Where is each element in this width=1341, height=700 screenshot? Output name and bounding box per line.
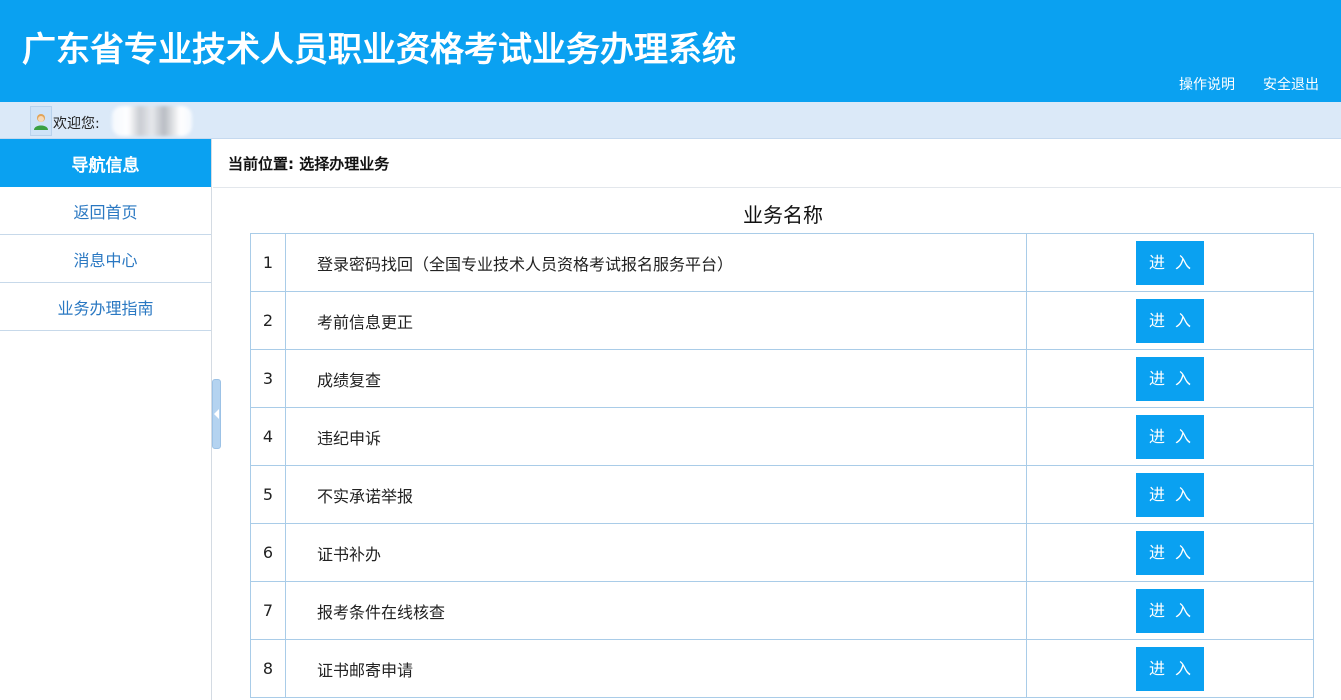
sidebar-item-home[interactable]: 返回首页 <box>0 187 211 235</box>
action-cell: 进入 <box>1026 349 1314 408</box>
main-content: 当前位置: 选择办理业务 业务名称 1 登录密码找回（全国专业技术人员资格考试报… <box>213 139 1341 700</box>
business-name: 报考条件在线核查 <box>285 581 1027 640</box>
row-number: 1 <box>250 233 286 292</box>
row-number: 3 <box>250 349 286 408</box>
header-links: 操作说明 安全退出 <box>1179 74 1319 94</box>
sidebar-title: 导航信息 <box>0 139 211 187</box>
row-number: 2 <box>250 291 286 350</box>
table-row: 8 证书邮寄申请 进入 <box>250 639 1314 698</box>
enter-button[interactable]: 进入 <box>1136 472 1204 517</box>
system-title: 广东省专业技术人员职业资格考试业务办理系统 <box>22 30 736 70</box>
row-number: 8 <box>250 639 286 698</box>
enter-button[interactable]: 进入 <box>1136 298 1204 343</box>
logout-link[interactable]: 安全退出 <box>1263 74 1319 94</box>
breadcrumb: 当前位置: 选择办理业务 <box>213 139 1341 188</box>
business-name: 不实承诺举报 <box>285 465 1027 524</box>
action-cell: 进入 <box>1026 639 1314 698</box>
row-number: 5 <box>250 465 286 524</box>
user-avatar-icon <box>30 106 52 136</box>
action-cell: 进入 <box>1026 465 1314 524</box>
masked-username <box>112 106 192 136</box>
row-number: 6 <box>250 523 286 582</box>
business-name: 证书补办 <box>285 523 1027 582</box>
row-number: 4 <box>250 407 286 466</box>
table-row: 4 违纪申诉 进入 <box>250 407 1314 466</box>
sidebar: 导航信息 返回首页 消息中心 业务办理指南 <box>0 139 212 700</box>
sidebar-item-messages[interactable]: 消息中心 <box>0 235 211 283</box>
table-row: 2 考前信息更正 进入 <box>250 291 1314 350</box>
table-row: 7 报考条件在线核查 进入 <box>250 581 1314 640</box>
action-cell: 进入 <box>1026 581 1314 640</box>
business-name: 成绩复查 <box>285 349 1027 408</box>
table-row: 1 登录密码找回（全国专业技术人员资格考试报名服务平台） 进入 <box>250 233 1314 292</box>
enter-button[interactable]: 进入 <box>1136 646 1204 691</box>
business-name: 考前信息更正 <box>285 291 1027 350</box>
header-bar: 广东省专业技术人员职业资格考试业务办理系统 操作说明 安全退出 <box>0 0 1341 102</box>
operation-guide-link[interactable]: 操作说明 <box>1179 74 1235 94</box>
enter-button[interactable]: 进入 <box>1136 414 1204 459</box>
enter-button[interactable]: 进入 <box>1136 530 1204 575</box>
enter-button[interactable]: 进入 <box>1136 588 1204 633</box>
table-row: 6 证书补办 进入 <box>250 523 1314 582</box>
sidebar-item-guide[interactable]: 业务办理指南 <box>0 283 211 331</box>
table-title: 业务名称 <box>743 203 823 227</box>
row-number: 7 <box>250 581 286 640</box>
table-row: 3 成绩复查 进入 <box>250 349 1314 408</box>
welcome-bar: 欢迎您: <box>0 102 1341 139</box>
business-table: 1 登录密码找回（全国专业技术人员资格考试报名服务平台） 进入 2 考前信息更正… <box>250 233 1314 698</box>
business-name: 登录密码找回（全国专业技术人员资格考试报名服务平台） <box>285 233 1027 292</box>
enter-button[interactable]: 进入 <box>1136 240 1204 285</box>
table-row: 5 不实承诺举报 进入 <box>250 465 1314 524</box>
welcome-label: 欢迎您: <box>53 116 100 132</box>
business-name: 违纪申诉 <box>285 407 1027 466</box>
action-cell: 进入 <box>1026 523 1314 582</box>
enter-button[interactable]: 进入 <box>1136 356 1204 401</box>
action-cell: 进入 <box>1026 233 1314 292</box>
action-cell: 进入 <box>1026 291 1314 350</box>
action-cell: 进入 <box>1026 407 1314 466</box>
business-name: 证书邮寄申请 <box>285 639 1027 698</box>
